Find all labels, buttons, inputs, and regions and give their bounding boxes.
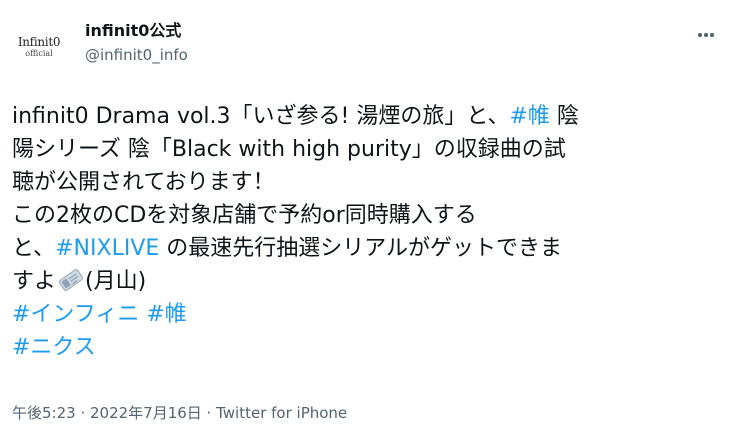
text-segment: と、 — [12, 236, 56, 261]
account-names: infinit0公式 @infinit0_info — [85, 20, 188, 66]
tweet-header: Infinit0 official infinit0公式 @infinit0_i… — [12, 14, 721, 74]
text-segment: (月山) — [85, 269, 147, 294]
avatar-logo-text: Infinit0 — [17, 34, 61, 49]
tweet-line: すよ (月山) — [12, 265, 724, 298]
tweet-line: この2枚のCDを対象店舗で予約or同時購入する — [12, 203, 477, 228]
more-options-button[interactable] — [693, 22, 719, 48]
hashtag-link[interactable]: #帷 — [509, 104, 549, 129]
hashtag-link[interactable]: #ニクス — [12, 335, 96, 360]
text-segment: すよ — [12, 269, 57, 294]
tweet-timestamp[interactable]: 午後5:23 · 2022年7月16日 · Twitter for iPhone — [12, 402, 347, 423]
tweet-line: #ニクス — [12, 331, 724, 364]
ticket-icon — [58, 269, 84, 291]
more-dot-icon — [710, 33, 714, 37]
tweet-line: 陽シリーズ 陰「Black with high purity」の収録曲の試 — [12, 137, 566, 162]
hashtag-link[interactable]: #インフィニ — [12, 302, 139, 327]
more-dot-icon — [698, 33, 702, 37]
tweet-line: #インフィニ #帷 — [12, 298, 724, 331]
display-name[interactable]: infinit0公式 — [85, 20, 188, 42]
text-segment: infinit0 Drama vol.3「いざ参る! 湯煙の旅」と、 — [12, 104, 510, 129]
tweet-text: infinit0 Drama vol.3「いざ参る! 湯煙の旅」と、#帷 陰 陽… — [12, 100, 724, 364]
text-segment: の最速先行抽選シリアルがゲットできま — [159, 236, 563, 261]
avatar-sub-text: official — [25, 48, 53, 58]
tweet-line: 聴が公開されております！ — [12, 170, 275, 195]
user-handle[interactable]: @infinit0_info — [85, 44, 188, 66]
tweet-line: と、#NIXLIVE の最速先行抽選シリアルがゲットできま — [12, 232, 724, 265]
avatar[interactable]: Infinit0 official — [12, 20, 66, 74]
text-segment: 陰 — [549, 104, 579, 129]
hashtag-link[interactable]: #帷 — [146, 302, 186, 327]
more-dot-icon — [704, 33, 708, 37]
hashtag-link[interactable]: #NIXLIVE — [55, 236, 159, 261]
tweet-line: infinit0 Drama vol.3「いざ参る! 湯煙の旅」と、#帷 陰 — [12, 100, 724, 133]
